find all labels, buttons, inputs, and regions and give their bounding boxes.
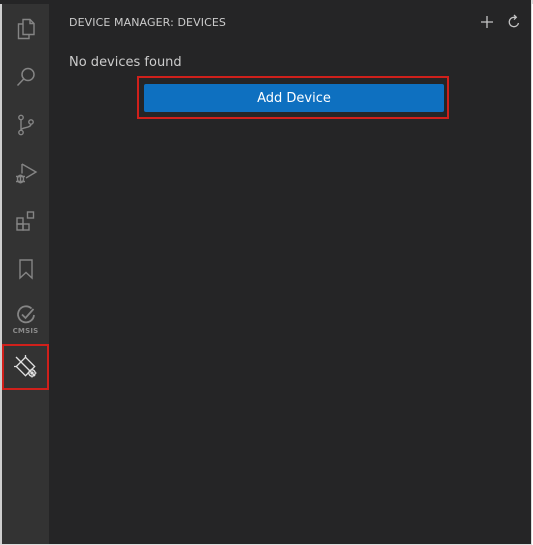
explorer-icon bbox=[17, 18, 35, 40]
activity-bookmarks[interactable] bbox=[2, 246, 49, 292]
run-debug-icon bbox=[15, 163, 37, 184]
extensions-icon bbox=[15, 211, 34, 231]
view-title: DEVICE MANAGER: DEVICES bbox=[69, 16, 226, 29]
view-title-actions bbox=[478, 13, 523, 31]
activity-bar: CMSIS bbox=[0, 4, 49, 544]
activity-cmsis[interactable]: CMSIS bbox=[2, 296, 49, 342]
activity-search[interactable] bbox=[2, 54, 49, 100]
add-icon bbox=[481, 16, 493, 28]
bookmark-icon bbox=[18, 259, 33, 280]
device-manager-icon bbox=[13, 355, 36, 378]
no-devices-message: No devices found bbox=[69, 55, 182, 70]
source-control-icon bbox=[17, 114, 34, 136]
activity-explorer[interactable] bbox=[2, 6, 49, 52]
refresh-action[interactable] bbox=[505, 13, 523, 31]
cmsis-label: CMSIS bbox=[12, 326, 39, 335]
refresh-icon bbox=[508, 14, 520, 28]
search-icon bbox=[16, 67, 35, 87]
activity-run-debug[interactable] bbox=[2, 150, 49, 196]
vscode-window: CMSIS DEVICE MANAGER: DEVICES No devices… bbox=[0, 0, 532, 545]
activity-extensions[interactable] bbox=[2, 198, 49, 244]
activity-source-control[interactable] bbox=[2, 102, 49, 148]
cmsis-icon bbox=[16, 304, 35, 323]
add-device-action[interactable] bbox=[478, 13, 496, 31]
add-device-button[interactable]: Add Device bbox=[144, 84, 444, 112]
activity-device-manager[interactable] bbox=[2, 344, 49, 390]
device-manager-sidebar: DEVICE MANAGER: DEVICES No devices found… bbox=[49, 4, 531, 544]
